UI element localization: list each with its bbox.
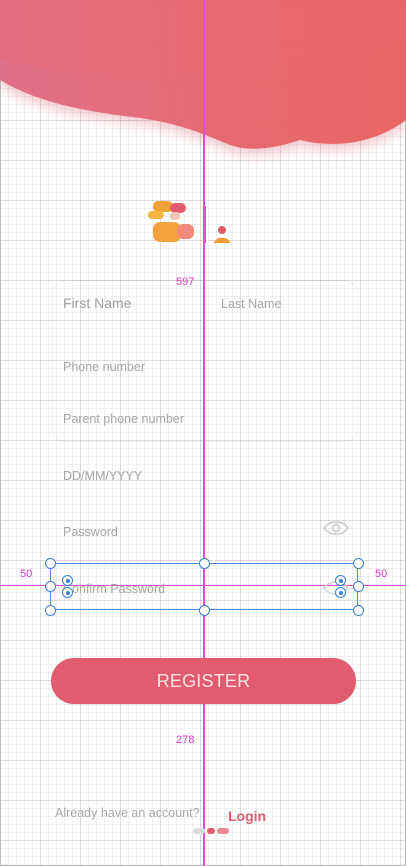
anchor-icon[interactable] — [335, 575, 346, 586]
resize-handle-bottom-right[interactable] — [353, 605, 364, 616]
login-link[interactable]: Login — [228, 808, 266, 824]
resize-handle-bottom-left[interactable] — [45, 605, 56, 616]
dob-field[interactable]: DD/MM/YYYY — [63, 469, 142, 483]
page-indicator — [193, 828, 229, 834]
anchor-icon[interactable] — [62, 587, 73, 598]
left-margin-label: 50 — [20, 568, 33, 580]
anchor-icon[interactable] — [62, 575, 73, 586]
resize-handle-top-right[interactable] — [353, 558, 364, 569]
phone-field[interactable]: Phone number — [63, 360, 145, 374]
resize-handle-right[interactable] — [353, 581, 364, 592]
last-name-field[interactable]: Last Name — [221, 297, 281, 311]
resize-handle-top[interactable] — [199, 558, 210, 569]
selection-box[interactable] — [50, 563, 358, 610]
app-logo-icon — [148, 201, 230, 243]
resize-handle-bottom[interactable] — [199, 605, 210, 616]
right-margin-label: 50 — [375, 568, 388, 580]
resize-handle-top-left[interactable] — [45, 558, 56, 569]
resize-handle-left[interactable] — [45, 581, 56, 592]
parent-phone-field[interactable]: Parent phone number — [63, 412, 184, 426]
register-button[interactable]: REGISTER — [51, 658, 356, 704]
already-account-text: Already have an account? — [55, 806, 200, 820]
eye-icon[interactable] — [323, 519, 349, 537]
first-name-field[interactable]: First Name — [63, 295, 131, 311]
anchor-icon[interactable] — [335, 587, 346, 598]
height-measure-label: 278 — [176, 734, 195, 746]
password-field[interactable]: Password — [63, 525, 118, 539]
